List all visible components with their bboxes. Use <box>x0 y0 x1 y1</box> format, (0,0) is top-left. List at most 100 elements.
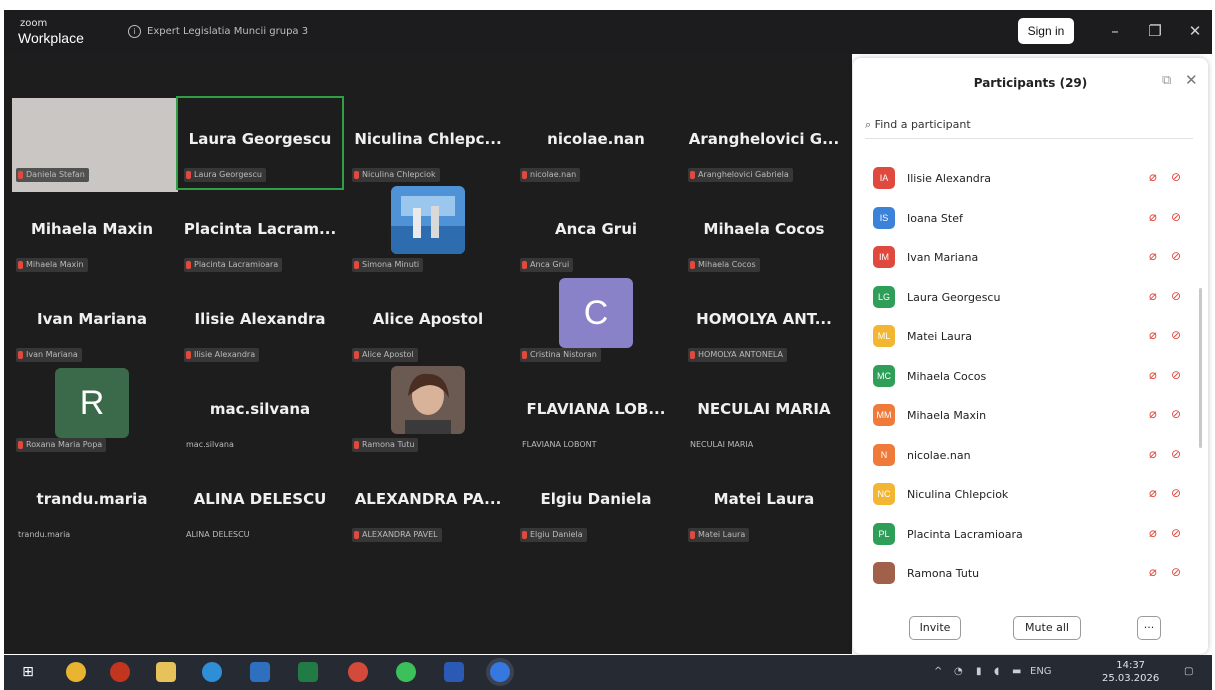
camera-off-icon[interactable]: ⊘ <box>1171 210 1181 224</box>
mic-muted-icon[interactable]: ⌀ <box>1149 328 1157 343</box>
tray-chevron-icon[interactable]: ^ <box>934 666 942 677</box>
name-tag-label: Ivan Mariana <box>26 350 78 359</box>
camera-off-icon[interactable]: ⊘ <box>1171 170 1181 184</box>
participant-name-tag: trandu.maria <box>16 528 74 542</box>
participant-tile[interactable]: NECULAI MARIA NECULAI MARIA <box>680 366 848 460</box>
panel-scrollbar[interactable] <box>1199 288 1202 448</box>
participant-tile[interactable]: Matei Laura Matei Laura <box>680 456 848 550</box>
participant-tile[interactable]: ALEXANDRA PA... ALEXANDRA PAVEL <box>344 456 512 550</box>
camera-off-icon[interactable]: ⊘ <box>1171 526 1181 540</box>
whatsapp-icon[interactable] <box>396 662 416 682</box>
sign-in-button[interactable]: Sign in <box>1018 18 1074 44</box>
restore-icon[interactable]: ❐ <box>1142 20 1168 42</box>
mic-muted-icon[interactable]: ⌀ <box>1149 210 1157 225</box>
participant-tile[interactable]: Aranghelovici G... Aranghelovici Gabriela <box>680 96 848 190</box>
participant-tile[interactable]: HOMOLYA ANT... HOMOLYA ANTONELA <box>680 276 848 370</box>
edge-icon[interactable] <box>202 662 222 682</box>
participant-tile[interactable]: Ramona Tutu <box>344 366 512 460</box>
participant-search-input[interactable]: ⌕ Find a participant <box>865 112 1193 139</box>
participant-tile[interactable]: Elgiu Daniela Elgiu Daniela <box>512 456 680 550</box>
close-window-icon[interactable]: ✕ <box>1182 20 1208 42</box>
participant-tile[interactable]: Laura Georgescu Laura Georgescu <box>176 96 344 190</box>
more-options-button[interactable]: ··· <box>1137 616 1161 640</box>
display-icon[interactable]: ▬ <box>1012 666 1021 677</box>
mic-muted-icon[interactable]: ⌀ <box>1149 565 1157 580</box>
notifications-icon[interactable]: ▢ <box>1184 666 1193 677</box>
battery-icon[interactable]: ▮ <box>976 666 982 677</box>
participant-tile[interactable]: C Cristina Nistoran <box>512 276 680 370</box>
minimize-icon[interactable]: – <box>1102 20 1128 42</box>
participant-row[interactable]: Ramona Tutu ⌀ ⊘ <box>853 557 1198 591</box>
mic-muted-icon[interactable]: ⌀ <box>1149 526 1157 541</box>
zoom-taskbar-icon[interactable] <box>490 662 510 682</box>
name-tag-label: Anca Grui <box>530 260 570 269</box>
participant-tile[interactable]: Simona Minuti <box>344 186 512 280</box>
participant-tile[interactable]: Ilisie Alexandra Ilisie Alexandra <box>176 276 344 370</box>
mic-muted-icon[interactable]: ⌀ <box>1149 289 1157 304</box>
excel-icon[interactable] <box>298 662 318 682</box>
participant-display-name: Alice Apostol <box>372 310 484 328</box>
name-tag-label: Ramona Tutu <box>362 440 415 449</box>
participant-tile[interactable]: Alice Apostol Alice Apostol <box>344 276 512 370</box>
camera-off-icon[interactable]: ⊘ <box>1171 447 1181 461</box>
mic-muted-icon[interactable]: ⌀ <box>1149 447 1157 462</box>
outlook-icon[interactable] <box>250 662 270 682</box>
volume-icon[interactable]: ◖ <box>994 666 999 677</box>
participant-row[interactable]: MC Mihaela Cocos ⌀ ⊘ <box>853 360 1198 394</box>
participant-tile[interactable]: Daniela Stefan <box>8 96 178 192</box>
participant-row[interactable]: IM Ivan Mariana ⌀ ⊘ <box>853 241 1198 275</box>
participant-tile[interactable]: nicolae.nan nicolae.nan <box>512 96 680 190</box>
windows-start-icon[interactable]: ⊞ <box>18 662 38 682</box>
camera-off-icon[interactable]: ⊘ <box>1171 289 1181 303</box>
participant-row[interactable]: MM Mihaela Maxin ⌀ ⊘ <box>853 399 1198 433</box>
mic-muted-icon[interactable]: ⌀ <box>1149 368 1157 383</box>
clock[interactable]: 14:37 25.03.2026 <box>1102 659 1159 685</box>
participant-tile[interactable]: Mihaela Cocos Mihaela Cocos <box>680 186 848 280</box>
participant-tile[interactable]: ALINA DELESCU ALINA DELESCU <box>176 456 344 550</box>
camera-off-icon[interactable]: ⊘ <box>1171 407 1181 421</box>
camera-off-icon[interactable]: ⊘ <box>1171 565 1181 579</box>
participant-display-name: Placinta Lacram... <box>183 220 337 238</box>
participant-row[interactable]: NC Niculina Chlepciok ⌀ ⊘ <box>853 478 1198 512</box>
camera-off-icon[interactable]: ⊘ <box>1171 328 1181 342</box>
network-icon[interactable]: ◔ <box>954 666 963 677</box>
mic-muted-icon[interactable]: ⌀ <box>1149 170 1157 185</box>
profile-photo <box>391 366 465 434</box>
camera-off-icon[interactable]: ⊘ <box>1171 486 1181 500</box>
participant-row[interactable]: IS Ioana Stef ⌀ ⊘ <box>853 202 1198 236</box>
popout-icon[interactable]: ⧉ <box>1162 73 1171 88</box>
mic-muted-icon[interactable]: ⌀ <box>1149 407 1157 422</box>
mute-all-button[interactable]: Mute all <box>1013 616 1081 640</box>
participant-tile[interactable]: mac.silvana mac.silvana <box>176 366 344 460</box>
participant-row[interactable]: LG Laura Georgescu ⌀ ⊘ <box>853 281 1198 315</box>
participant-tile[interactable]: Placinta Lacram... Placinta Lacramioara <box>176 186 344 280</box>
mic-muted-icon[interactable]: ⌀ <box>1149 486 1157 501</box>
participant-tile[interactable]: Anca Grui Anca Grui <box>512 186 680 280</box>
participant-tile[interactable]: Niculina Chlepc... Niculina Chlepciok <box>344 96 512 190</box>
participant-tile[interactable]: Ivan Mariana Ivan Mariana <box>8 276 176 370</box>
file-explorer-icon[interactable] <box>156 662 176 682</box>
participant-tile[interactable]: R Roxana Maria Popa <box>8 366 176 460</box>
participant-row[interactable]: PL Placinta Lacramioara ⌀ ⊘ <box>853 518 1198 552</box>
camera-off-icon[interactable]: ⊘ <box>1171 368 1181 382</box>
language-indicator[interactable]: ENG <box>1030 666 1052 677</box>
invite-button[interactable]: Invite <box>909 616 961 640</box>
participant-row[interactable]: Nnicolae.nan ⌀ ⊘ <box>853 439 1198 473</box>
chrome-profile-icon[interactable] <box>348 662 368 682</box>
app-icon[interactable] <box>110 662 130 682</box>
avatar: R <box>55 368 129 438</box>
participant-tile[interactable]: FLAVIANA LOB... FLAVIANA LOBONT <box>512 366 680 460</box>
meeting-info[interactable]: i Expert Legislatia Muncii grupa 3 <box>128 25 308 38</box>
mic-muted-icon[interactable]: ⌀ <box>1149 249 1157 264</box>
close-panel-icon[interactable]: ✕ <box>1185 71 1198 89</box>
participant-row[interactable]: ML Matei Laura ⌀ ⊘ <box>853 320 1198 354</box>
participant-tile[interactable]: trandu.maria trandu.maria <box>8 456 176 550</box>
participant-display-name: FLAVIANA LOB... <box>526 400 666 418</box>
participant-display-name: ALINA DELESCU <box>193 490 327 508</box>
participant-display-name: Mihaela Cocos <box>703 220 825 238</box>
word-icon[interactable] <box>444 662 464 682</box>
participant-tile[interactable]: Mihaela Maxin Mihaela Maxin <box>8 186 176 280</box>
participant-row[interactable]: IA Ilisie Alexandra ⌀ ⊘ <box>853 162 1198 196</box>
camera-off-icon[interactable]: ⊘ <box>1171 249 1181 263</box>
chrome-icon[interactable] <box>66 662 86 682</box>
